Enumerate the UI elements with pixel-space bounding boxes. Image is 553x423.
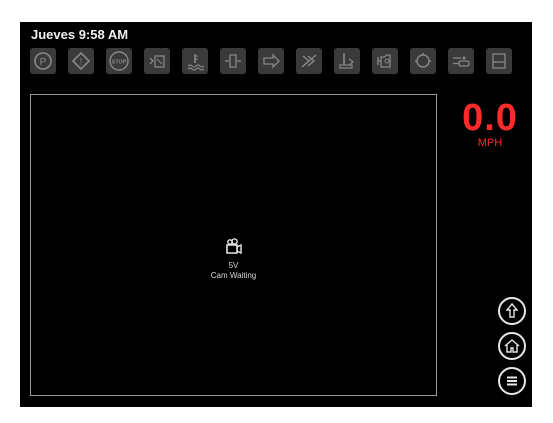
- seat-indicator: [486, 48, 512, 74]
- home-icon: [504, 339, 520, 353]
- arrow-up-icon: [505, 302, 519, 318]
- park-brake-indicator: P: [30, 48, 56, 74]
- filter-indicator: [220, 48, 246, 74]
- speed-value: 0.0: [462, 97, 518, 139]
- stop-indicator: STOP: [106, 48, 132, 74]
- camera-channel: 5V: [228, 261, 239, 270]
- svg-text:STOP: STOP: [112, 60, 127, 66]
- display-screen: Jueves 9:58 AM P ! STOP 5V Cam Waiting 0…: [20, 22, 532, 407]
- steering-indicator: [410, 48, 436, 74]
- camera-status: Cam Waiting: [210, 271, 257, 280]
- washer-fluid-icon: [149, 55, 165, 68]
- washer-indicator: [144, 48, 170, 74]
- camera-view[interactable]: 5V Cam Waiting: [30, 94, 437, 396]
- coolant-indicator: [182, 48, 208, 74]
- seat-icon: [492, 53, 506, 69]
- speedometer: 0.0 MPH: [458, 98, 522, 150]
- warning-icon: !: [71, 51, 91, 71]
- tire-pressure-icon: [301, 54, 317, 68]
- transmission-indicator: [258, 48, 284, 74]
- coolant-temperature-icon: [187, 54, 205, 71]
- steering-icon: [415, 53, 431, 68]
- oil-level-icon: [339, 53, 354, 69]
- check-engine-icon: [377, 54, 391, 68]
- hydraulic-icon: [453, 56, 470, 67]
- svg-text:P: P: [40, 57, 47, 68]
- warning-indicator: !: [68, 48, 94, 74]
- camera-icon: [225, 238, 242, 255]
- tire-indicator: [296, 48, 322, 74]
- hydraulic-indicator: [448, 48, 474, 74]
- menu-button[interactable]: [498, 367, 526, 395]
- menu-icon: [507, 376, 517, 386]
- engine-indicator: [372, 48, 398, 74]
- date-time: Jueves 9:58 AM: [31, 27, 129, 42]
- home-button[interactable]: [498, 332, 526, 360]
- svg-text:!: !: [80, 57, 83, 67]
- park-brake-icon: P: [34, 52, 52, 70]
- oil-level-indicator: [334, 48, 360, 74]
- transmission-icon: [263, 53, 280, 69]
- camera-placeholder: 5V Cam Waiting: [31, 235, 436, 281]
- scroll-up-button[interactable]: [498, 297, 526, 325]
- fuel-filter-icon: [225, 54, 241, 68]
- stop-icon: STOP: [109, 51, 129, 71]
- indicator-bar: P ! STOP: [30, 48, 522, 74]
